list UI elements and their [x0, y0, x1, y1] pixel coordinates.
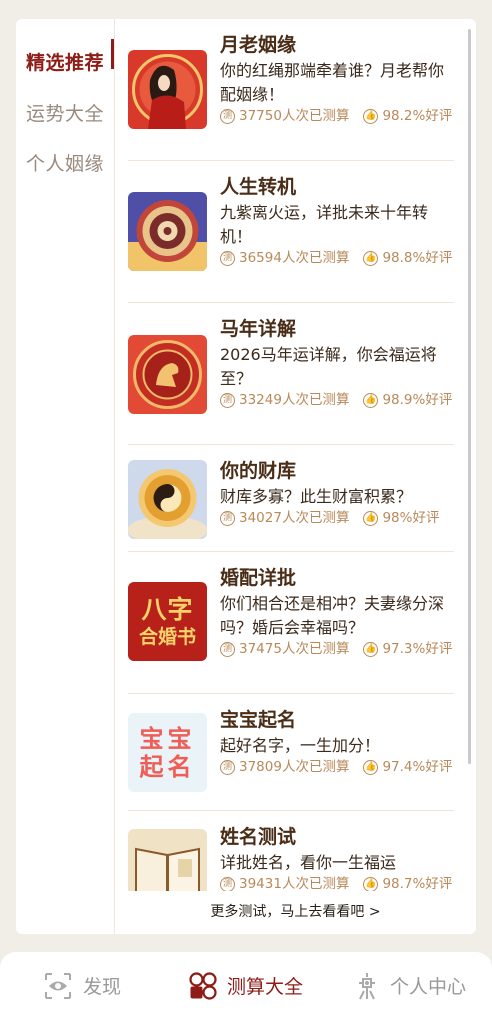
rating: 98.8%好评 [382, 250, 453, 266]
thumbs-up-icon: 👍 [363, 250, 379, 266]
item-meta: 测 37475人次已测算 👍 97.3%好评 [220, 640, 454, 658]
item-title: 月老姻缘 [220, 34, 297, 56]
more-tests-link[interactable]: 更多测试，马上去看看吧 > [115, 901, 476, 921]
item-meta: 测 37750人次已测算 👍 98.2%好评 [220, 107, 454, 125]
tab-discover[interactable]: 发现 [0, 952, 164, 1019]
list-item[interactable]: 马年详解 2026马年运详解，你会福运将至？ 测 33249人次已测算 👍 98.9… [128, 303, 454, 445]
main-card: 精选推荐 运势大全 个人姻缘 月老姻缘 你的红绳那端牵着谁？月老帮你配姻缘！ 测… [16, 19, 476, 934]
test-count: 34027人次已测算 [239, 510, 350, 526]
item-meta: 测 34027人次已测算 👍 98%好评 [220, 509, 454, 527]
matchmaker-image [128, 50, 207, 129]
sidebar-item-fortune[interactable]: 运势大全 [16, 87, 114, 137]
rating: 98%好评 [382, 510, 440, 526]
name-test-image [128, 829, 207, 891]
scrollbar[interactable] [468, 29, 471, 764]
knot-icon [358, 972, 375, 999]
bottom-tab-bar: 发现 测算大全 个人中心 [0, 952, 492, 1019]
thumbs-up-icon: 👍 [363, 510, 379, 526]
test-count-icon: 测 [220, 510, 235, 526]
thumbs-up-icon: 👍 [363, 876, 379, 891]
rating: 98.9%好评 [382, 392, 453, 408]
list-item[interactable]: 姓名测试 详批姓名，看你一生福运 测 39431人次已测算 👍 98.7%好评 [128, 811, 454, 891]
test-count-icon: 测 [220, 392, 235, 408]
baby-naming-image: 宝宝 起名 [128, 713, 207, 792]
item-meta: 测 39431人次已测算 👍 98.7%好评 [220, 875, 454, 891]
item-title: 婚配详批 [220, 567, 297, 589]
rating: 98.2%好评 [382, 108, 453, 124]
zodiac-wheel-image [128, 192, 207, 271]
test-count-icon: 测 [220, 641, 235, 657]
list-item[interactable]: 八字 合婚书 婚配详批 你们相合还是相冲？夫妻缘分深吗？婚后会幸福吗？ 测 374… [128, 552, 454, 694]
rating: 97.4%好评 [382, 759, 453, 775]
test-count-icon: 测 [220, 876, 235, 891]
thumbs-up-icon: 👍 [363, 108, 379, 124]
rating: 97.3%好评 [382, 641, 453, 657]
test-count: 39431人次已测算 [239, 876, 350, 891]
test-count: 37809人次已测算 [239, 759, 350, 775]
thumbs-up-icon: 👍 [363, 641, 379, 657]
item-title: 你的财库 [220, 460, 297, 482]
thumbs-up-icon: 👍 [363, 392, 379, 408]
tab-label: 测算大全 [226, 976, 303, 998]
item-description: 起好名字，一生加分！ [220, 736, 381, 755]
test-count: 36594人次已测算 [239, 250, 350, 266]
sidebar-item-featured[interactable]: 精选推荐 [16, 19, 114, 87]
marriage-book-image: 八字 合婚书 [128, 582, 207, 661]
item-description: 详批姓名，看你一生福运 [220, 853, 397, 872]
item-description: 你们相合还是相冲？夫妻缘分深吗？婚后会幸福吗？ [220, 594, 445, 637]
item-title: 宝宝起名 [220, 709, 297, 731]
item-title: 马年详解 [220, 318, 297, 340]
item-description: 2026马年运详解，你会福运将至？ [220, 345, 437, 388]
test-count: 37475人次已测算 [239, 641, 350, 657]
item-meta: 测 37809人次已测算 👍 97.4%好评 [220, 758, 454, 776]
item-title: 姓名测试 [220, 826, 297, 848]
list-item[interactable]: 宝宝 起名 宝宝起名 起好名字，一生加分！ 测 37809人次已测算 👍 97.4%… [128, 694, 454, 811]
item-description: 九紫离火运，详批未来十年转机！ [220, 203, 429, 246]
horse-year-image [128, 335, 207, 414]
list-item[interactable]: 月老姻缘 你的红绳那端牵着谁？月老帮你配姻缘！ 测 37750人次已测算 👍 98.… [128, 19, 454, 161]
wealth-image [128, 460, 207, 539]
tab-label: 个人中心 [389, 976, 466, 998]
thumbs-up-icon: 👍 [363, 759, 379, 775]
eye-icon [44, 972, 71, 999]
list-item[interactable]: 人生转机 九紫离火运，详批未来十年转机！ 测 36594人次已测算 👍 98.8%好… [128, 161, 454, 303]
tab-label: 发现 [82, 976, 121, 998]
rating: 98.7%好评 [382, 876, 453, 891]
test-list: 月老姻缘 你的红绳那端牵着谁？月老帮你配姻缘！ 测 37750人次已测算 👍 98.… [128, 19, 454, 891]
test-count-icon: 测 [220, 759, 235, 775]
item-meta: 测 33249人次已测算 👍 98.9%好评 [220, 391, 454, 409]
test-count-icon: 测 [220, 250, 235, 266]
sidebar-item-marriage[interactable]: 个人姻缘 [16, 137, 114, 187]
test-count: 33249人次已测算 [239, 392, 350, 408]
category-sidebar: 精选推荐 运势大全 个人姻缘 [16, 19, 115, 934]
item-description: 你的红绳那端牵着谁？月老帮你配姻缘！ [220, 61, 445, 104]
tab-profile[interactable]: 个人中心 [328, 952, 492, 1019]
grid-icon [189, 971, 217, 1000]
list-item[interactable]: 你的财库 财库多寡？此生财富积累？ 测 34027人次已测算 👍 98%好评 [128, 445, 454, 552]
tab-all-tests[interactable]: 测算大全 [164, 952, 328, 1019]
test-count: 37750人次已测算 [239, 108, 350, 124]
item-meta: 测 36594人次已测算 👍 98.8%好评 [220, 249, 454, 267]
item-title: 人生转机 [220, 176, 297, 198]
test-count-icon: 测 [220, 108, 235, 124]
item-description: 财库多寡？此生财富积累？ [220, 487, 413, 506]
